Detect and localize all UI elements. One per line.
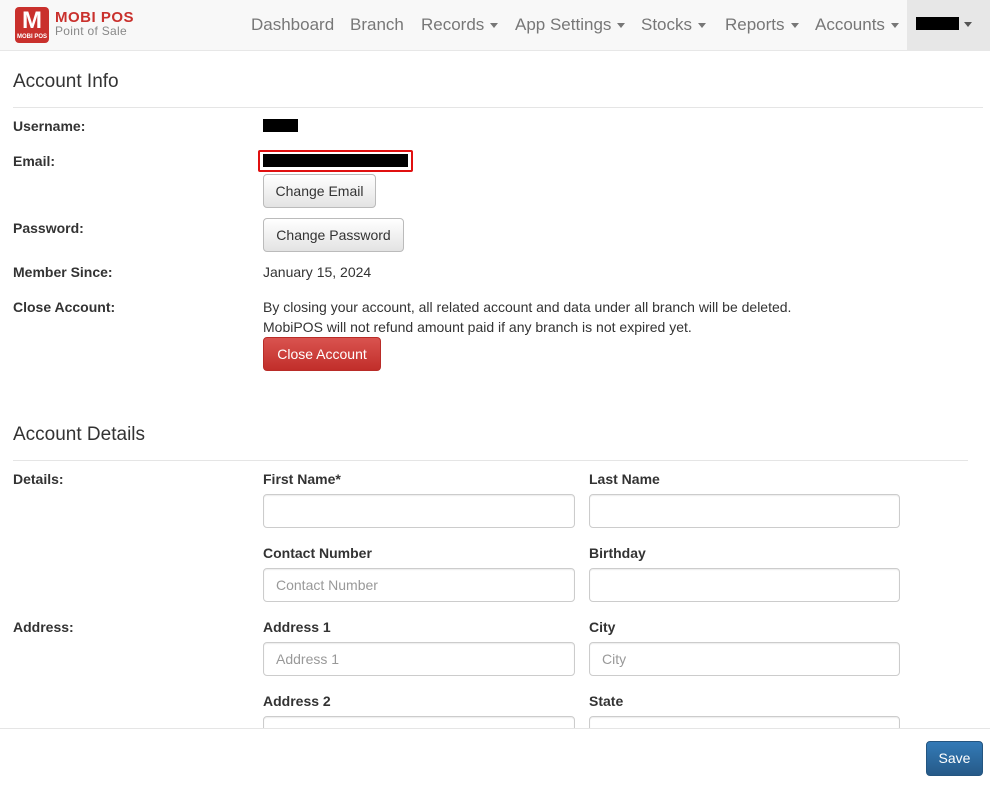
first-name-label: First Name* [263, 471, 341, 487]
mobipos-logo-icon: M MOBI POS [15, 7, 49, 43]
city-label: City [589, 619, 616, 635]
address1-input[interactable] [263, 642, 575, 676]
brand-logo[interactable]: M MOBI POS MOBI POS Point of Sale [15, 7, 150, 43]
caret-down-icon [790, 23, 799, 29]
user-menu-dropdown[interactable] [907, 0, 990, 50]
account-info-heading: Account Info [13, 71, 119, 92]
divider [13, 460, 968, 461]
divider [13, 107, 983, 108]
state-label: State [589, 693, 624, 709]
address2-label: Address 2 [263, 693, 331, 709]
caret-down-icon [890, 23, 899, 29]
refund-warning-text: MobiPOS will not refund amount paid if a… [263, 319, 692, 335]
member-since-value: January 15, 2024 [263, 264, 372, 280]
close-account-button[interactable]: Close Account [263, 337, 381, 371]
username-label: Username: [13, 118, 86, 134]
address-label: Address: [13, 619, 74, 635]
caret-down-icon [698, 23, 707, 29]
nav-accounts-dropdown[interactable]: Accounts [815, 0, 899, 50]
nav-stocks-dropdown[interactable]: Stocks [641, 0, 707, 50]
birthday-input[interactable] [589, 568, 900, 602]
nav-branch[interactable]: Branch [350, 0, 404, 50]
redacted-username [916, 17, 959, 30]
save-button[interactable]: Save [926, 741, 983, 776]
caret-down-icon [490, 23, 499, 29]
member-since-label: Member Since: [13, 264, 113, 280]
contact-number-label: Contact Number [263, 545, 372, 561]
close-account-label: Close Account: [13, 299, 116, 315]
close-warning-text: By closing your account, all related acc… [263, 299, 792, 315]
email-highlight-box [258, 150, 413, 172]
contact-number-input[interactable] [263, 568, 575, 602]
last-name-label: Last Name [589, 471, 660, 487]
account-details-heading: Account Details [13, 424, 146, 445]
first-name-input[interactable] [263, 494, 575, 528]
nav-app-settings-dropdown[interactable]: App Settings [515, 0, 626, 50]
brand-tagline: Point of Sale [55, 24, 127, 38]
city-input[interactable] [589, 642, 900, 676]
email-label: Email: [13, 153, 56, 169]
footer-bar: Save [0, 728, 990, 787]
nav-records-dropdown[interactable]: Records [421, 0, 499, 50]
nav-dashboard[interactable]: Dashboard [251, 0, 334, 50]
nav-reports-dropdown[interactable]: Reports [725, 0, 799, 50]
top-navbar: M MOBI POS MOBI POS Point of Sale Dashbo… [0, 0, 990, 51]
details-label: Details: [13, 471, 64, 487]
last-name-input[interactable] [589, 494, 900, 528]
password-label: Password: [13, 220, 84, 236]
caret-down-icon [617, 23, 626, 29]
birthday-label: Birthday [589, 545, 646, 561]
redacted-username-value [263, 119, 298, 132]
caret-down-icon [964, 22, 972, 27]
address1-label: Address 1 [263, 619, 331, 635]
change-password-button[interactable]: Change Password [263, 218, 404, 252]
change-email-button[interactable]: Change Email [263, 174, 376, 208]
